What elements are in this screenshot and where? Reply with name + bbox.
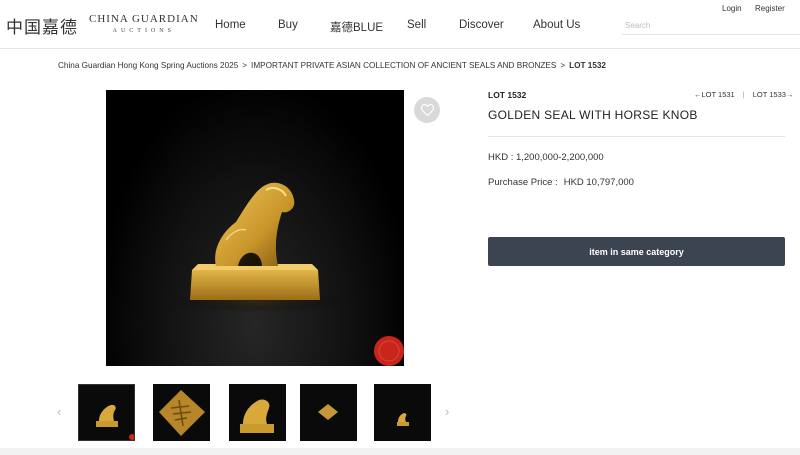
thumbnail-3[interactable] [229, 384, 286, 441]
footer-strip [0, 448, 800, 455]
heart-icon [420, 104, 434, 116]
arrow-right-icon: → [785, 90, 794, 99]
purchase-price-label: Purchase Price : [488, 177, 558, 188]
logo-english-sub: AUCTIONS [112, 28, 175, 34]
nav-discover[interactable]: Discover [459, 19, 504, 31]
lot-navigation: ←LOT 1531 | LOT 1533→ [694, 90, 793, 99]
thumbnail-image [229, 384, 286, 441]
main-lot-image[interactable] [106, 90, 404, 366]
thumbnail-4[interactable] [300, 384, 357, 441]
search-input[interactable] [622, 16, 800, 35]
next-lot-link[interactable]: LOT 1533→ [753, 90, 794, 99]
divider [488, 136, 785, 137]
breadcrumb-collection[interactable]: IMPORTANT PRIVATE ASIAN COLLECTION OF AN… [251, 61, 556, 70]
thumbnail-5[interactable] [374, 384, 431, 441]
thumbnail-image [79, 385, 134, 440]
same-category-button[interactable]: item in same category [488, 237, 785, 266]
breadcrumb: China Guardian Hong Kong Spring Auctions… [58, 61, 606, 70]
breadcrumb-separator: > [242, 61, 248, 70]
thumbnail-image [300, 384, 357, 441]
purchase-price-value: HKD 10,797,000 [563, 177, 634, 188]
logo-chinese[interactable]: 中国嘉德 [6, 13, 78, 38]
next-lot-label: LOT 1533 [752, 90, 786, 99]
thumbnail-1[interactable] [78, 384, 135, 441]
prev-lot-link[interactable]: ←LOT 1531 [694, 90, 735, 99]
nav-blue[interactable]: 嘉德BLUE [330, 19, 383, 35]
login-link[interactable]: Login [722, 4, 742, 13]
lot-title: GOLDEN SEAL WITH HORSE KNOB [488, 108, 698, 122]
breadcrumb-current-lot: LOT 1532 [569, 61, 606, 70]
lot-number: LOT 1532 [488, 90, 527, 100]
nav-buy[interactable]: Buy [278, 19, 298, 31]
logo-english-name: CHINA GUARDIAN [89, 13, 199, 25]
breadcrumb-separator: > [560, 61, 566, 70]
prev-lot-label: LOT 1531 [701, 90, 735, 99]
site-header: 中国嘉德 CHINA GUARDIAN AUCTIONS Home Buy 嘉德… [0, 0, 800, 49]
nav-about-us[interactable]: About Us [533, 19, 580, 31]
breadcrumb-auction[interactable]: China Guardian Hong Kong Spring Auctions… [58, 61, 238, 70]
arrow-left-icon: ← [694, 90, 702, 99]
favorite-button[interactable] [414, 97, 440, 123]
nav-home[interactable]: Home [215, 19, 246, 31]
register-link[interactable]: Register [755, 4, 785, 13]
chevron-left-icon[interactable]: ‹ [57, 404, 61, 419]
thumbnail-image [374, 384, 431, 441]
nav-sell[interactable]: Sell [407, 19, 426, 31]
lot-nav-divider: | [742, 90, 745, 99]
chevron-right-icon[interactable]: › [445, 404, 449, 419]
thumbnail-2[interactable] [153, 384, 210, 441]
estimate: HKD : 1,200,000-2,200,000 [488, 152, 604, 163]
logo-english[interactable]: CHINA GUARDIAN AUCTIONS [89, 14, 199, 36]
thumbnail-image [153, 384, 210, 441]
purchase-price: Purchase Price : HKD 10,797,000 [488, 177, 634, 188]
golden-seal-image [161, 182, 404, 366]
